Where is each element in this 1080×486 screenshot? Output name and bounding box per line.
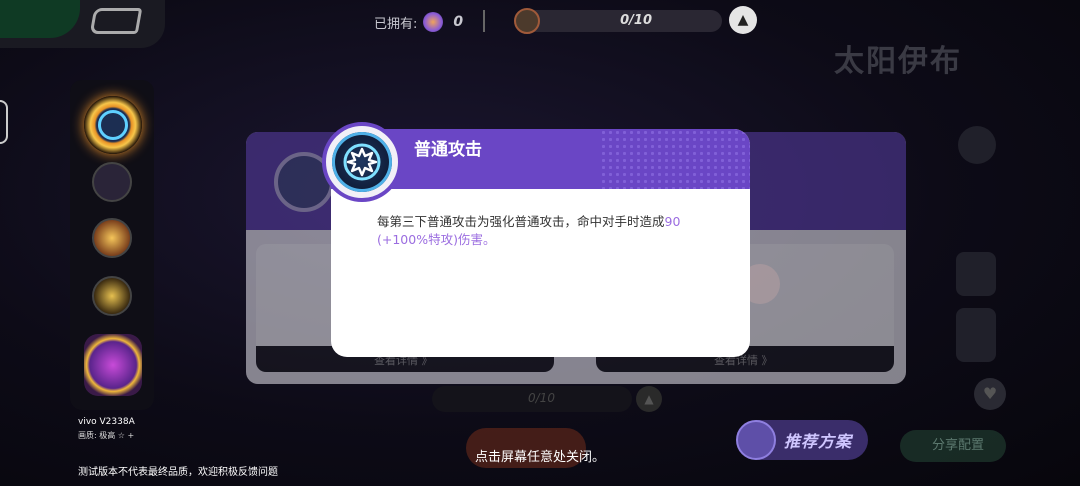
medal-icon — [514, 8, 540, 34]
heart-icon[interactable]: ♥ — [974, 378, 1006, 410]
star-gear-glyph — [343, 143, 381, 181]
back-button[interactable] — [0, 0, 165, 48]
header-pattern — [600, 129, 750, 189]
skill-basic-attack[interactable] — [84, 96, 142, 154]
desc-suffix: 伤害。 — [457, 232, 496, 247]
device-quality: 画质: 极高 ☆ + — [78, 431, 135, 440]
owned-label: 已拥有: — [374, 16, 418, 32]
coin-icon — [423, 12, 444, 32]
bottom-progress-text: 0/10 — [528, 391, 555, 405]
dismiss-hint[interactable]: 点击屏幕任意处关闭。 — [0, 446, 1080, 465]
arrow-up-icon[interactable]: ▲ — [729, 6, 757, 34]
unite-move-slot[interactable] — [84, 334, 142, 396]
skill-slot-2[interactable] — [92, 162, 132, 202]
beta-notice: 测试版本不代表最终品质，欢迎积极反馈问题 — [78, 467, 278, 478]
device-model: vivo V2338A — [78, 417, 135, 427]
bottom-arrow-up-icon[interactable]: ▲ — [636, 386, 662, 412]
owned-counter: 已拥有: 0 — [374, 12, 463, 32]
popup-title: 普通攻击 — [414, 140, 482, 160]
level-progress-text: 0/10 — [620, 13, 652, 28]
popup-description: 每第三下普通攻击为强化普通攻击，命中对手时造成90 (+100%特攻)伤害。 — [377, 213, 717, 249]
back-button-accent — [0, 0, 80, 38]
skill-slot-3[interactable] — [92, 218, 132, 258]
skill-slot-4[interactable] — [92, 276, 132, 316]
held-item-1[interactable] — [958, 126, 996, 164]
top-divider — [483, 10, 485, 32]
desc-prefix: 每第三下普通攻击为强化普通攻击，命中对手时造成 — [377, 214, 665, 229]
gear-star-icon — [322, 122, 402, 202]
held-item-3[interactable] — [956, 308, 996, 362]
device-info: vivo V2338A 画质: 极高 ☆ + — [78, 415, 135, 443]
held-item-2[interactable] — [956, 252, 996, 296]
side-tab-handle[interactable] — [0, 100, 8, 144]
owned-count: 0 — [453, 14, 464, 30]
gear-icon — [98, 110, 128, 140]
pokemon-name: 太阳伊布 — [834, 44, 962, 79]
bottom-progress: 0/10 — [432, 386, 632, 412]
level-progress: 0/10 — [514, 8, 722, 34]
vehicle-icon — [89, 8, 143, 34]
